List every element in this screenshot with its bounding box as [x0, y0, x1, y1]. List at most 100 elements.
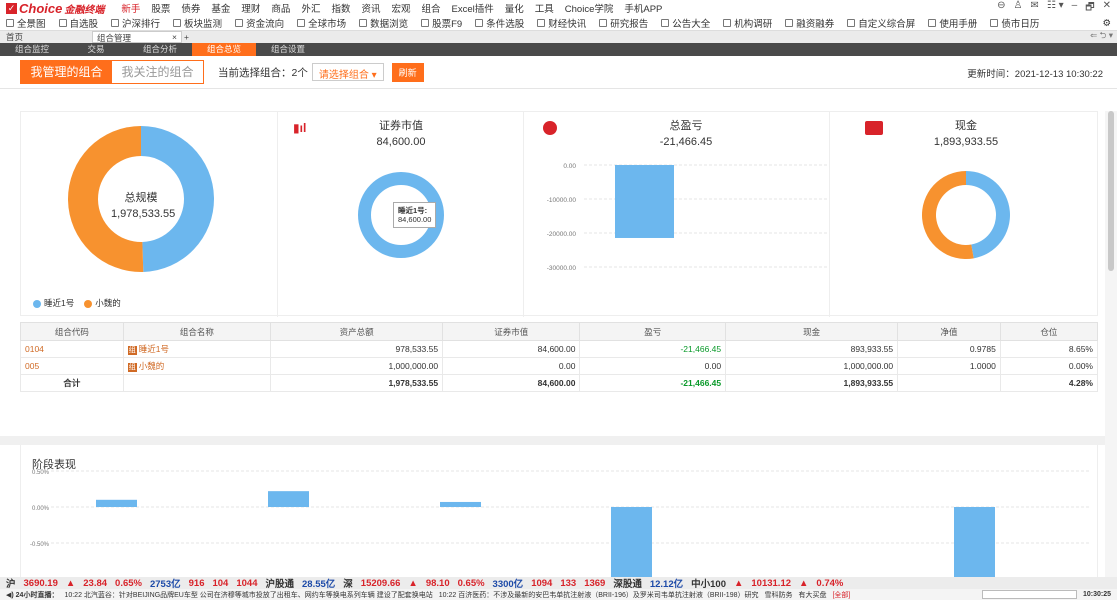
tab-portfolio[interactable]: 组合管理 ×	[92, 31, 182, 43]
menu-item[interactable]: 外汇	[301, 1, 320, 15]
subtab[interactable]: 组合分析	[128, 43, 192, 56]
menu-item[interactable]: 股票	[151, 1, 170, 15]
phase-bar[interactable]	[440, 501, 481, 507]
column-header[interactable]: 现金	[725, 322, 899, 341]
window-control-icon[interactable]: ☷ ▾	[1047, 0, 1064, 17]
window-control-icon[interactable]: ♙	[1014, 0, 1023, 17]
toolbar-item[interactable]: 数据浏览	[359, 16, 408, 30]
menu-item[interactable]: 商品	[271, 1, 290, 15]
news-item[interactable]: 10:22 北汽蓝谷：针对BEIJING品牌EU车型 公司在济穆等城市投放了出租…	[64, 590, 432, 600]
tab-followed[interactable]: 我关注的组合	[112, 61, 203, 83]
table-cell: -21,466.45	[579, 340, 727, 358]
ticker-value: 0.65%	[457, 577, 485, 589]
table-cell: 0.00	[579, 357, 727, 375]
table-row[interactable]: 0104 组睡近1号 978,533.55 84,600.00 -21,466.45 89…	[20, 340, 1099, 358]
column-header[interactable]: 仓位	[999, 322, 1099, 341]
toolbar-item[interactable]: 全景图	[6, 16, 46, 30]
menu-item[interactable]: Choice学院	[565, 1, 614, 15]
tab-home[interactable]: 首页	[4, 31, 92, 43]
subtab[interactable]: 组合总览	[192, 43, 256, 56]
menu-item[interactable]: 量化	[505, 1, 524, 15]
news-search-input[interactable]	[981, 590, 1077, 599]
update-time: 更新时间：2021-12-13 10:30:22	[967, 69, 1103, 80]
toolbar-item[interactable]: 机构调研	[723, 16, 772, 30]
toolbar-item[interactable]: 融资融券	[785, 16, 834, 30]
column-header[interactable]: 资产总额	[270, 322, 444, 341]
tab-managed[interactable]: 我管理的组合	[21, 61, 112, 83]
news-tag[interactable]: 有大买盘	[798, 590, 826, 600]
toolbar-icon	[421, 19, 430, 27]
clock: 10:30:25	[1082, 591, 1111, 598]
toolbar-item[interactable]: 全球市场	[297, 16, 346, 30]
table-cell: 0.00	[442, 357, 581, 375]
column-header[interactable]: 组合名称	[122, 322, 272, 341]
toolbar-item[interactable]: 资金流向	[235, 16, 284, 30]
toolbar-item[interactable]: 公告大全	[661, 16, 710, 30]
news-tag[interactable]: 雪科防务	[764, 590, 792, 600]
menu-item[interactable]: 理财	[241, 1, 260, 15]
menu-item[interactable]: 宏观	[391, 1, 410, 15]
menu-item[interactable]: 基金	[211, 1, 230, 15]
news-item[interactable]: 10:22 百济医药：不涉及最新的安巴韦单抗注射液（BRII-196）及罗米司韦…	[439, 590, 759, 600]
column-header[interactable]: 证券市值	[442, 322, 581, 341]
legend-item[interactable]: 睡近1号	[33, 297, 74, 309]
toolbar-item[interactable]: 股票F9	[421, 16, 462, 30]
window-control-icon[interactable]: ✉	[1031, 0, 1039, 17]
portfolio-table: 组合代码 组合名称 资产总额 证券市值 盈亏 现金 净值 仓位 0104 组睡近1号 978,53…	[20, 322, 1099, 392]
phase-bar[interactable]	[611, 507, 652, 577]
portfolio-select[interactable]: 请选择组合 ▾	[311, 63, 384, 81]
subtab[interactable]: 组合设置	[256, 43, 320, 56]
subtab[interactable]: 组合监控	[0, 43, 64, 56]
ticker-value: 深	[343, 579, 353, 589]
toolbar-item[interactable]: 债市日历	[990, 16, 1039, 30]
toolbar-item[interactable]: 自定义综合屏	[847, 16, 915, 30]
window-control-icon[interactable]: ⊖	[997, 0, 1005, 17]
add-tab-icon[interactable]: +	[182, 32, 196, 42]
column-header[interactable]: 组合代码	[20, 322, 124, 341]
toolbar-item[interactable]: 财经快讯	[537, 16, 586, 30]
toolbar-item[interactable]: 使用手册	[928, 16, 977, 30]
column-header[interactable]: 盈亏	[579, 322, 727, 341]
close-icon[interactable]: ×	[172, 32, 177, 42]
table-cell: 005	[20, 357, 124, 375]
window-control-icon[interactable]: 🗗	[1085, 0, 1094, 17]
app-logo: ✓ Choice 金融终端	[6, 0, 105, 16]
donut-slice[interactable]	[966, 171, 1010, 259]
donut-slice[interactable]	[922, 171, 974, 259]
toolbar-item[interactable]: 沪深排行	[111, 16, 160, 30]
ticker-value: 23.84	[83, 577, 108, 589]
toolbar-item[interactable]: 板块监测	[173, 16, 222, 30]
phase-chart: 0.50%0.00%-0.50%-1.00%	[30, 470, 1091, 577]
subtab[interactable]: 交易	[64, 43, 128, 56]
nav-arrows-icon[interactable]: ⇐ ⮌ ▾	[1088, 30, 1113, 44]
window-controls[interactable]: ⊖ ♙ ✉ ☷ ▾ – 🗗 ✕	[997, 0, 1111, 17]
scrollbar[interactable]	[1105, 111, 1117, 577]
menu-item[interactable]: 工具	[535, 1, 554, 15]
menu-item[interactable]: Excel插件	[452, 1, 494, 15]
table-row[interactable]: 005 组小魏的 1,000,000.00 0.00 0.00 1,000,000.00 1…	[20, 357, 1099, 375]
toolbar-item[interactable]: 研究报告	[599, 16, 648, 30]
toolbar-item[interactable]: 条件选股	[475, 16, 524, 30]
phase-bar[interactable]	[954, 507, 995, 577]
ticker-value: 深股通	[613, 579, 642, 589]
menu-item[interactable]: 手机APP	[624, 1, 662, 15]
window-control-icon[interactable]: ✕	[1103, 0, 1111, 17]
settings-icon[interactable]: ⚙	[1102, 18, 1111, 29]
column-header[interactable]: 净值	[897, 322, 1001, 341]
menu-item[interactable]: 债券	[181, 1, 200, 15]
legend-item[interactable]: 小魏的	[84, 297, 121, 309]
refresh-button[interactable]: 刷新	[391, 62, 424, 82]
phase-bar[interactable]	[96, 499, 137, 507]
news-filter[interactable]: [全部]	[832, 590, 850, 600]
toolbar-item[interactable]: 自选股	[58, 16, 98, 30]
menu-item[interactable]: 资讯	[361, 1, 380, 15]
menu-item[interactable]: 组合	[422, 1, 441, 15]
menu-item[interactable]: 新手	[121, 1, 140, 15]
pnl-bar[interactable]	[615, 165, 674, 238]
toolbar-icon	[847, 19, 856, 27]
menu-item[interactable]: 指数	[331, 1, 350, 15]
phase-bar[interactable]	[268, 491, 309, 507]
axis-tick-label: -20000.00	[547, 231, 577, 238]
ticker-value: 916	[188, 577, 205, 589]
window-control-icon[interactable]: –	[1072, 0, 1078, 17]
